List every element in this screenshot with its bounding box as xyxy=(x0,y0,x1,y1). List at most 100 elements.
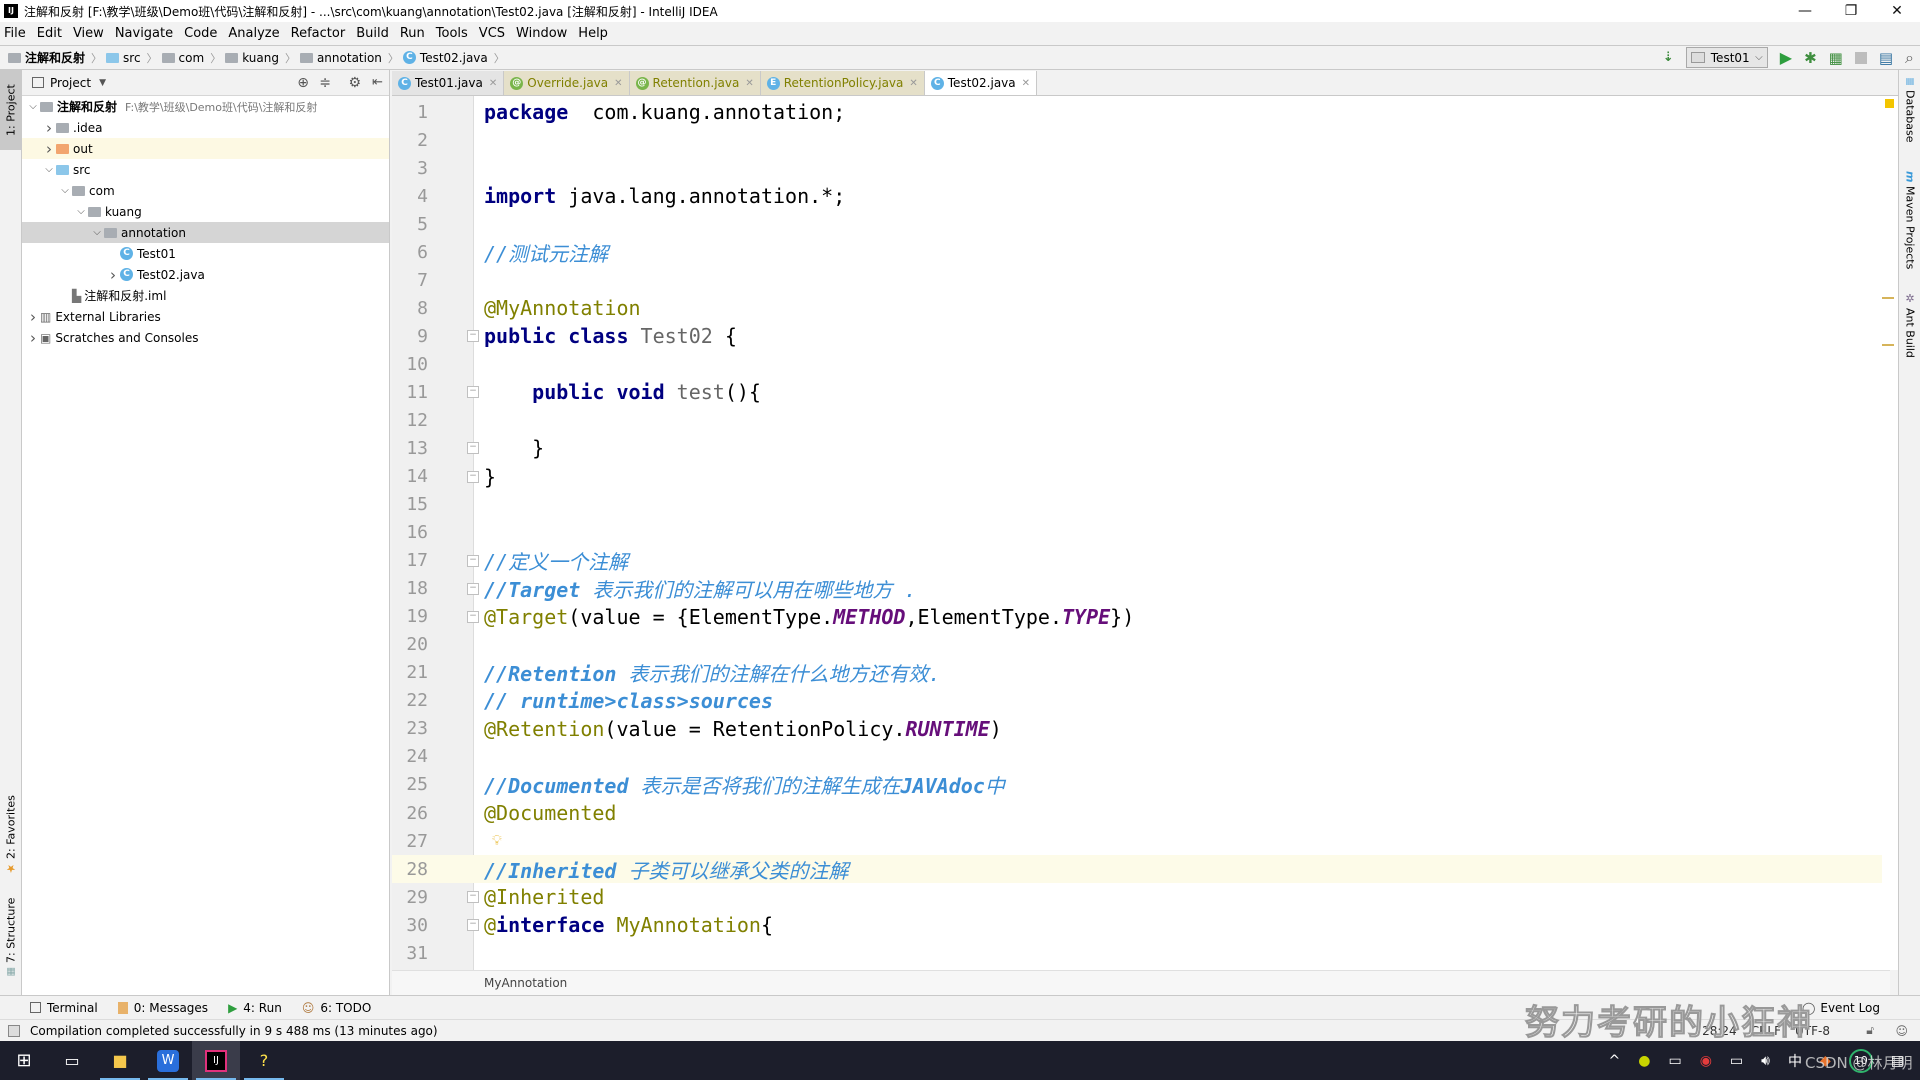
caret-position[interactable]: 28:24 xyxy=(1702,1024,1737,1038)
menu-tools[interactable]: Tools xyxy=(436,26,468,41)
menu-edit[interactable]: Edit xyxy=(37,26,62,41)
tree-item[interactable]: ⌵ com xyxy=(22,180,389,201)
fold-marker-icon[interactable]: − xyxy=(467,891,479,904)
fold-marker-icon[interactable]: − xyxy=(467,554,479,567)
tool-run[interactable]: ▶ 4: Run xyxy=(228,1001,282,1015)
fold-marker-icon[interactable]: − xyxy=(467,582,479,595)
close-tab-icon[interactable]: ✕ xyxy=(614,78,622,89)
menu-code[interactable]: Code xyxy=(184,26,217,41)
tab-database[interactable]: ≣ Database xyxy=(1899,70,1920,150)
fold-marker-icon[interactable]: − xyxy=(467,386,479,399)
tree-item[interactable]: ⌵ src xyxy=(22,159,389,180)
menu-analyze[interactable]: Analyze xyxy=(228,26,279,41)
tree-item[interactable]: › ▥ External Libraries xyxy=(22,306,389,327)
stop-icon[interactable] xyxy=(1854,51,1867,64)
tab-maven[interactable]: m Maven Projects xyxy=(1899,165,1920,275)
close-tab-icon[interactable]: ✕ xyxy=(745,78,753,89)
scroll-marker[interactable] xyxy=(1882,297,1894,299)
file-encoding[interactable]: UTF-8 xyxy=(1795,1024,1830,1038)
run-icon[interactable]: ▶ xyxy=(1780,48,1792,67)
menu-vcs[interactable]: VCS xyxy=(479,26,505,41)
tray-network-icon[interactable]: ▭ xyxy=(1668,1053,1681,1069)
close-button[interactable]: ✕ xyxy=(1874,0,1920,22)
hide-panel-icon[interactable]: ⇤ xyxy=(372,75,383,90)
tray-battery-icon[interactable]: ▭ xyxy=(1730,1053,1743,1069)
run-config-select[interactable]: Test01 ⌵ xyxy=(1685,47,1768,68)
tree-item[interactable]: ⌵ kuang xyxy=(22,201,389,222)
lock-icon[interactable]: 🔓︎ xyxy=(1866,1023,1874,1038)
inspection-status-icon[interactable] xyxy=(1885,99,1894,108)
tool-messages[interactable]: 0: Messages xyxy=(117,1001,208,1015)
tab-retentionpolicy[interactable]: E RetentionPolicy.java ✕ xyxy=(760,71,925,95)
search-icon[interactable]: ⌕ xyxy=(1905,48,1914,68)
tab-test01[interactable]: C Test01.java ✕ xyxy=(392,71,505,95)
nav-crumb[interactable]: kuang 〉 xyxy=(225,50,296,66)
taskbar-help[interactable]: ? xyxy=(240,1041,288,1080)
status-toggle-icon[interactable] xyxy=(8,1024,20,1037)
event-log-button[interactable]: ◯ Event Log xyxy=(1802,1001,1880,1015)
tree-item[interactable]: › out xyxy=(22,138,389,159)
tool-terminal[interactable]: Terminal xyxy=(30,1001,98,1015)
tab-test02[interactable]: C Test02.java ✕ xyxy=(924,71,1038,95)
chevron-down-icon[interactable]: ▼ xyxy=(99,78,106,88)
debug-icon[interactable]: ✱ xyxy=(1804,49,1817,67)
collapse-all-icon[interactable]: ≑ xyxy=(319,75,331,91)
minimize-button[interactable]: — xyxy=(1782,0,1828,22)
tray-record-icon[interactable]: ◉ xyxy=(1700,1053,1712,1069)
menu-refactor[interactable]: Refactor xyxy=(291,26,346,41)
tab-structure[interactable]: ▦ 7: Structure xyxy=(0,890,22,985)
tab-favorites[interactable]: ★ 2: Favorites xyxy=(0,790,22,880)
chevron-right-icon[interactable]: › xyxy=(26,308,40,326)
tab-ant-build[interactable]: ✲ Ant Build xyxy=(1899,285,1920,365)
breadcrumb-item[interactable]: MyAnnotation xyxy=(484,976,567,990)
task-view-button[interactable]: ▭ xyxy=(48,1041,96,1080)
chevron-right-icon[interactable]: › xyxy=(106,266,120,284)
hector-icon[interactable]: ☺ xyxy=(1895,1024,1908,1038)
start-button[interactable]: ⊞ xyxy=(0,1041,48,1080)
tab-project[interactable]: 1: Project xyxy=(0,70,22,150)
lightbulb-icon[interactable]: 💡︎ xyxy=(492,833,502,849)
nav-crumb[interactable]: annotation 〉 xyxy=(299,50,399,66)
fold-marker-icon[interactable]: − xyxy=(467,610,479,623)
menu-help[interactable]: Help xyxy=(578,26,608,41)
tray-volume-icon[interactable]: 🔊︎ xyxy=(1761,1053,1770,1069)
menu-file[interactable]: File xyxy=(4,26,26,41)
taskbar-file-explorer[interactable]: ■ xyxy=(96,1041,144,1080)
fold-marker-icon[interactable]: − xyxy=(467,330,479,343)
tree-item[interactable]: › .idea xyxy=(22,117,389,138)
chevron-right-icon[interactable]: › xyxy=(26,329,40,347)
tree-item[interactable]: › ▣ Scratches and Consoles xyxy=(22,327,389,348)
tree-item[interactable]: ▙ 注解和反射.iml xyxy=(22,285,389,306)
chevron-right-icon[interactable]: › xyxy=(42,119,56,137)
taskbar-wps[interactable]: W xyxy=(144,1041,192,1080)
close-tab-icon[interactable]: ✕ xyxy=(909,78,917,89)
tree-item[interactable]: C Test01 xyxy=(22,243,389,264)
menu-view[interactable]: View xyxy=(73,26,104,41)
code-editor[interactable]: 1 package com.kuang.annotation; 2 3 4 import … xyxy=(392,96,1890,970)
close-tab-icon[interactable]: ✕ xyxy=(489,78,497,89)
tray-overflow-icon[interactable]: ^ xyxy=(1609,1053,1621,1069)
fold-marker-icon[interactable]: − xyxy=(467,442,479,455)
tree-item[interactable]: › C Test02.java xyxy=(22,264,389,285)
tree-item[interactable]: ⌵ 注解和反射 F:\教学\班级\Demo班\代码\注解和反射 xyxy=(22,96,389,117)
line-separator[interactable]: CRLF xyxy=(1751,1024,1781,1038)
tool-todo[interactable]: ☺ 6: TODO xyxy=(302,1001,371,1015)
nav-crumb[interactable]: 注解和反射〉 xyxy=(8,49,102,66)
close-tab-icon[interactable]: ✕ xyxy=(1022,78,1030,89)
project-structure-icon[interactable]: ▤ xyxy=(1879,49,1893,67)
menu-navigate[interactable]: Navigate xyxy=(115,26,173,41)
fold-marker-icon[interactable]: − xyxy=(467,470,479,483)
chevron-right-icon[interactable]: › xyxy=(42,140,56,158)
chevron-down-icon[interactable]: ⌵ xyxy=(74,206,88,217)
menu-window[interactable]: Window xyxy=(516,26,567,41)
gear-icon[interactable]: ⚙ xyxy=(348,75,361,91)
nav-crumb[interactable]: com 〉 xyxy=(161,50,221,66)
nav-crumb[interactable]: C Test02.java 〉 xyxy=(402,50,505,66)
chevron-down-icon[interactable]: ⌵ xyxy=(90,227,104,238)
coverage-icon[interactable]: ▦ xyxy=(1829,49,1843,67)
restore-button[interactable]: ❐ xyxy=(1828,0,1874,22)
scroll-marker[interactable] xyxy=(1882,344,1894,346)
chevron-down-icon[interactable]: ⌵ xyxy=(42,164,56,175)
project-view-select[interactable]: Project xyxy=(50,76,91,90)
chevron-down-icon[interactable]: ⌵ xyxy=(26,101,40,112)
